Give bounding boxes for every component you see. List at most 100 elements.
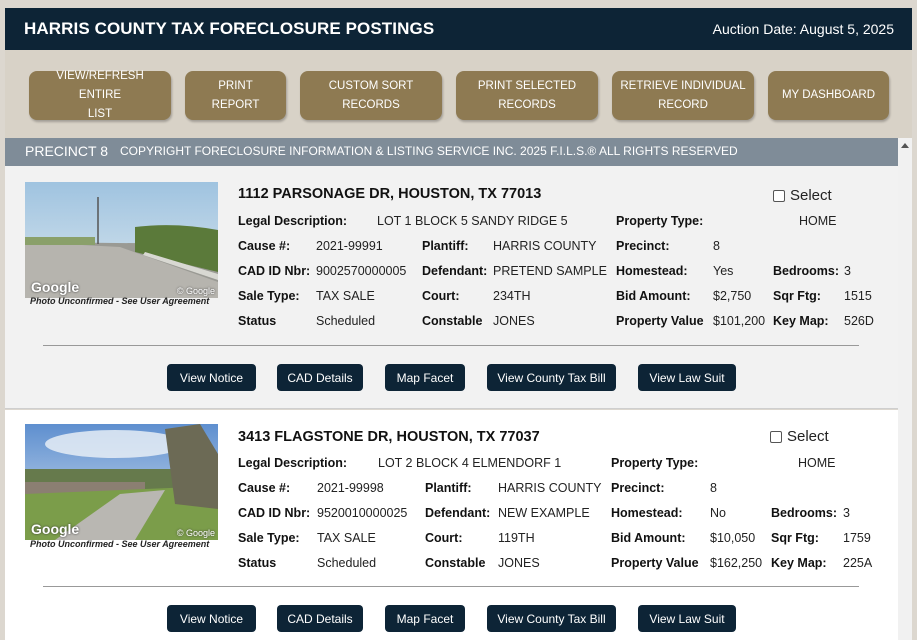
defendant-label: Defendant: [422, 264, 488, 278]
status-label: Status [238, 314, 277, 328]
plaintiff-value: HARRIS COUNTY [498, 481, 602, 495]
cad-value: 9520010000025 [317, 506, 408, 520]
precinct-label: Precinct: [616, 239, 670, 253]
keymap-value: 526D [844, 314, 874, 328]
bedrooms-label: Bedrooms: [773, 264, 839, 278]
select-label: Select [787, 428, 829, 445]
property-type-value: HOME [799, 214, 837, 228]
property-value-value: $101,200 [713, 314, 766, 328]
sqft-label: Sqr Ftg: [773, 289, 821, 303]
homestead-label: Homestead: [611, 506, 683, 520]
cad-label: CAD ID Nbr: [238, 264, 311, 278]
select-checkbox[interactable]: Select [770, 428, 829, 445]
legal-value: LOT 1 BLOCK 5 SANDY RIDGE 5 [377, 214, 568, 228]
sqft-value: 1759 [843, 531, 871, 545]
cad-label: CAD ID Nbr: [238, 506, 311, 520]
homestead-label: Homestead: [616, 264, 688, 278]
street-view-photo[interactable]: Google © Google [25, 424, 218, 540]
photo-note: Photo Unconfirmed - See User Agreement [30, 296, 210, 306]
homestead-value: Yes [713, 264, 734, 278]
plaintiff-value: HARRIS COUNTY [493, 239, 597, 253]
plaintiff-label: Plantiff: [422, 239, 469, 253]
select-checkbox[interactable]: Select [773, 187, 832, 204]
homestead-value: No [710, 506, 726, 520]
constable-label: Constable [425, 556, 486, 570]
google-logo: Google [31, 521, 80, 537]
scroll-up-arrow-icon[interactable] [901, 143, 909, 148]
keymap-value: 225A [843, 556, 873, 570]
retrieve-record-button[interactable]: RETRIEVE INDIVIDUAL RECORD [612, 71, 754, 120]
court-label: Court: [422, 289, 460, 303]
cause-label: Cause #: [238, 481, 291, 495]
divider [43, 345, 859, 346]
cause-value: 2021-99991 [316, 239, 383, 253]
precinct-label: Precinct: [611, 481, 665, 495]
status-value: Scheduled [316, 314, 376, 328]
keymap-label: Key Map: [773, 314, 829, 328]
cause-label: Cause #: [238, 239, 291, 253]
my-dashboard-button[interactable]: MY DASHBOARD [768, 71, 889, 120]
bid-value: $2,750 [713, 289, 752, 303]
defendant-value: NEW EXAMPLE [498, 506, 590, 520]
sale-type-label: Sale Type: [238, 531, 300, 545]
view-notice-button[interactable]: View Notice [167, 605, 256, 632]
view-refresh-list-button[interactable]: VIEW/REFRESH ENTIRE LIST [29, 70, 171, 120]
listing-card: Google © Google Photo Unconfirmed - See … [5, 410, 898, 640]
status-label: Status [238, 556, 277, 570]
constable-value: JONES [493, 314, 535, 328]
property-value-label: Property Value [611, 556, 699, 570]
copyright-text: COPYRIGHT FORECLOSURE INFORMATION & LIST… [120, 144, 738, 158]
sale-type-label: Sale Type: [238, 289, 300, 303]
property-value-label: Property Value [616, 314, 704, 328]
cad-details-button[interactable]: CAD Details [277, 364, 363, 391]
sqft-value: 1515 [844, 289, 872, 303]
google-logo: Google [31, 279, 80, 295]
divider [43, 586, 859, 587]
constable-label: Constable [422, 314, 483, 328]
court-value: 234TH [493, 289, 531, 303]
street-view-photo[interactable]: Google © Google [25, 182, 218, 298]
listing-card: Google © Google Photo Unconfirmed - See … [5, 166, 898, 409]
bid-label: Bid Amount: [611, 531, 686, 545]
view-law-suit-button[interactable]: View Law Suit [638, 605, 736, 632]
sale-type-value: TAX SALE [316, 289, 375, 303]
print-report-button[interactable]: PRINT REPORT [185, 71, 286, 120]
property-type-label: Property Type: [616, 214, 704, 228]
defendant-value: PRETEND SAMPLE [493, 264, 607, 278]
cad-details-button[interactable]: CAD Details [277, 605, 363, 632]
bedrooms-value: 3 [843, 506, 850, 520]
auction-date: Auction Date: August 5, 2025 [712, 21, 894, 37]
precinct-value: 8 [710, 481, 717, 495]
custom-sort-button[interactable]: CUSTOM SORT RECORDS [300, 71, 442, 120]
checkbox-icon[interactable] [770, 430, 782, 443]
status-value: Scheduled [317, 556, 377, 570]
map-facet-button[interactable]: Map Facet [385, 364, 465, 391]
bedrooms-label: Bedrooms: [771, 506, 837, 520]
constable-value: JONES [498, 556, 540, 570]
view-tax-bill-button[interactable]: View County Tax Bill [487, 364, 616, 391]
view-law-suit-button[interactable]: View Law Suit [638, 364, 736, 391]
legal-label: Legal Description: [238, 456, 348, 470]
google-copyright: © Google [176, 528, 215, 538]
cause-value: 2021-99998 [317, 481, 384, 495]
legal-label: Legal Description: [238, 214, 348, 228]
view-notice-button[interactable]: View Notice [167, 364, 256, 391]
checkbox-icon[interactable] [773, 189, 785, 202]
plaintiff-label: Plantiff: [425, 481, 472, 495]
view-tax-bill-button[interactable]: View County Tax Bill [487, 605, 616, 632]
property-value-value: $162,250 [710, 556, 763, 570]
property-type-value: HOME [798, 456, 836, 470]
defendant-label: Defendant: [425, 506, 491, 520]
property-type-label: Property Type: [611, 456, 699, 470]
bid-label: Bid Amount: [616, 289, 691, 303]
toolbar: VIEW/REFRESH ENTIRE LIST PRINT REPORT CUS… [5, 50, 912, 138]
scrollbar[interactable] [898, 138, 912, 640]
court-value: 119TH [498, 531, 535, 545]
print-selected-button[interactable]: PRINT SELECTED RECORDS [456, 71, 598, 120]
cad-value: 9002570000005 [316, 264, 407, 278]
precinct-bar: PRECINCT 8 COPYRIGHT FORECLOSURE INFORMA… [5, 138, 912, 166]
map-facet-button[interactable]: Map Facet [385, 605, 465, 632]
page-title: HARRIS COUNTY TAX FORECLOSURE POSTINGS [24, 19, 435, 38]
precinct-name: PRECINCT 8 [25, 143, 108, 159]
keymap-label: Key Map: [771, 556, 827, 570]
